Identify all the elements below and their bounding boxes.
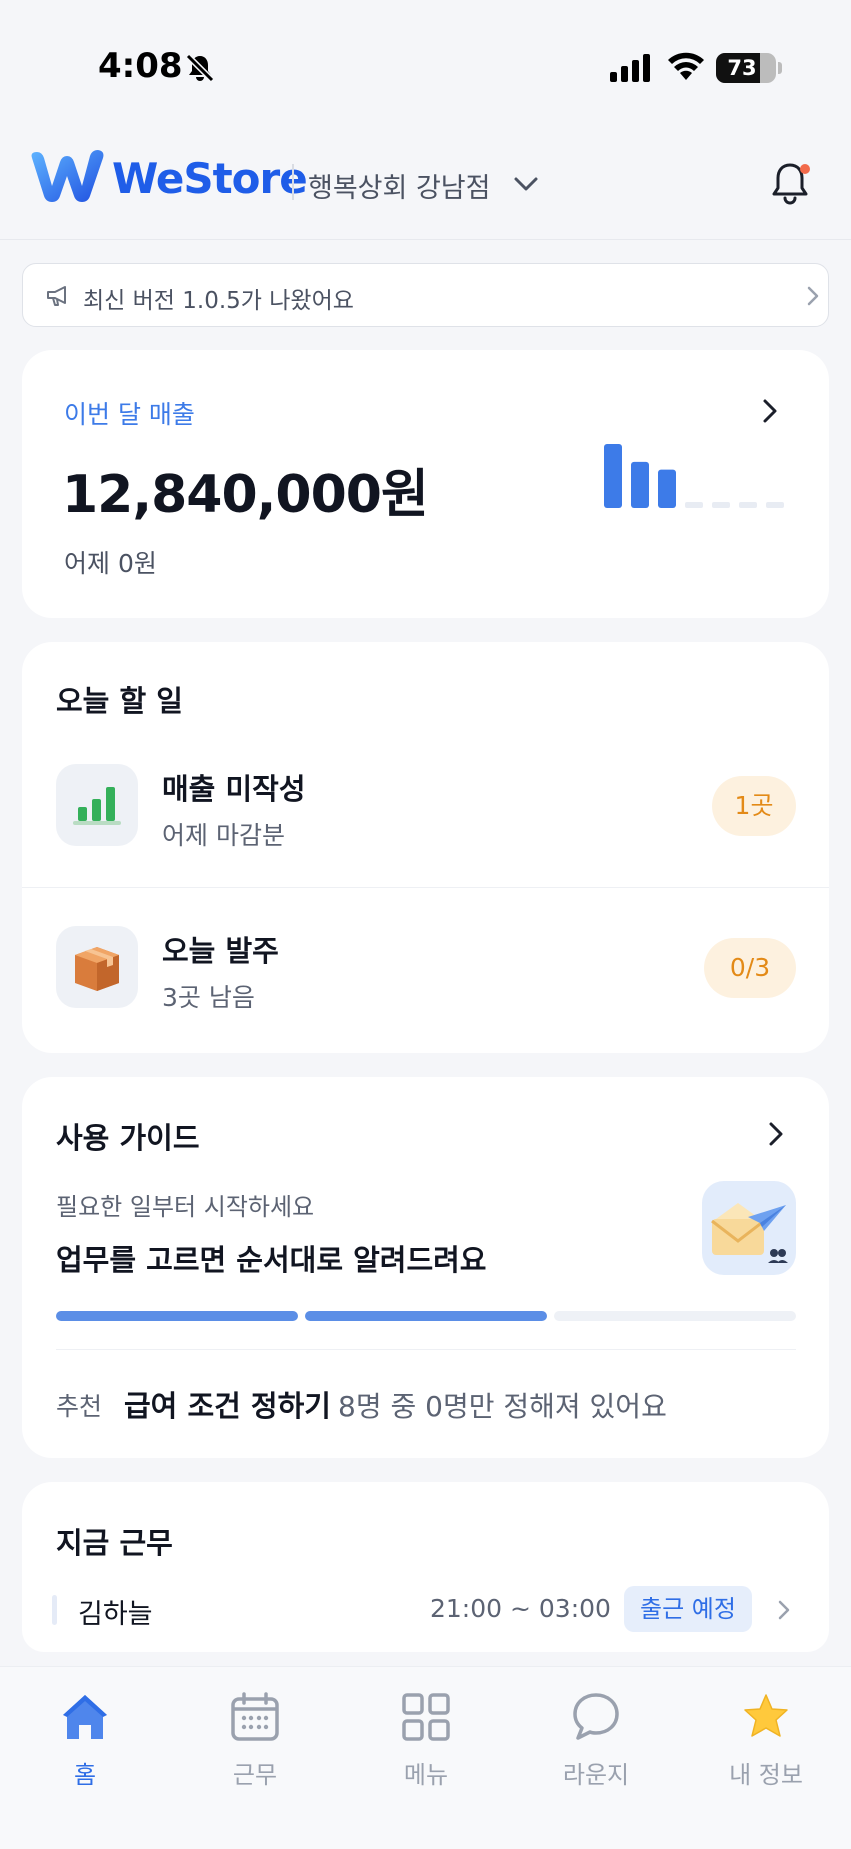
todo-item-badge: 1곳 [712,776,796,836]
tab-label: 홈 [73,1761,97,1789]
guide-progress-step-1 [56,1311,298,1321]
sales-chart-empty-bar [766,502,784,508]
sales-chart-empty-bar [739,502,757,508]
tab-label: 메뉴 [403,1761,449,1789]
cellular-signal-icon [610,54,650,82]
megaphone-icon [47,286,66,306]
tab-label: 근무 [232,1761,278,1789]
status-bar: 4:08 73 [0,0,851,130]
guide-recommend-desc: 8명 중 0명만 정해져 있어요 [338,1390,667,1423]
work-title: 지금 근무 [56,1526,173,1560]
tab-home[interactable]: 홈 [25,1691,145,1801]
usage-guide-card[interactable]: 사용 가이드 필요한 일부터 시작하세요 업무를 고르면 순서대로 알려드려요 … [22,1077,829,1458]
todo-item-name: 오늘 발주 [162,934,279,968]
todo-icon-box [56,764,138,846]
tab-label: 내 정보 [729,1761,803,1789]
sales-label: 이번 달 매출 [64,400,195,429]
work-shift-time: 21:00 ~ 03:00 [430,1594,611,1623]
calendar-icon [231,1692,279,1741]
chevron-down-icon[interactable] [512,174,540,194]
notification-dot [800,164,810,174]
battery-tip [778,62,782,74]
store-selector[interactable]: 행복상회 강남점 [308,166,490,205]
notice-text: 최신 버전 1.0.5가 나왔어요 [83,288,354,314]
sales-chart-bar [631,461,649,508]
guide-subtitle: 필요한 일부터 시작하세요 [56,1193,315,1221]
update-notice-banner[interactable]: 최신 버전 1.0.5가 나왔어요 [22,263,829,327]
todo-item-sub: 3곳 남음 [162,983,255,1012]
monthly-sales-card[interactable]: 이번 달 매출 12,840,000원 어제 0원 [22,350,829,618]
home-icon [63,1695,107,1739]
star-icon [744,1694,788,1737]
bottom-tab-bar: 홈 근무 메뉴 라운지 내 정보 [0,1666,851,1849]
guide-title: 사용 가이드 [56,1121,200,1155]
envelope-paper-plane-icon [711,1203,788,1263]
logo-text: WeStore [112,154,308,203]
chevron-right-icon[interactable] [778,1600,790,1620]
battery-percent: 73 [727,56,757,80]
todo-item-sales-missing[interactable]: 매출 미작성 어제 마감분 1곳 [22,726,829,888]
battery-icon: 73 [716,53,776,83]
todo-item-name: 매출 미작성 [162,772,306,806]
tab-label: 라운지 [562,1761,630,1789]
tab-menu[interactable]: 메뉴 [366,1691,486,1801]
todo-item-today-order[interactable]: 오늘 발주 3곳 남음 0/3 [22,888,829,1050]
wifi-icon [668,52,704,80]
grid-icon [402,1693,450,1741]
bar-chart-icon [73,787,121,825]
sales-chart-bar [604,444,622,508]
todo-item-sub: 어제 마감분 [162,821,285,850]
sales-mini-chart [604,444,784,508]
tab-lounge[interactable]: 라운지 [536,1691,656,1801]
tab-my-info[interactable]: 내 정보 [706,1691,826,1801]
work-employee-name: 김하늘 [78,1599,153,1630]
guide-divider [56,1349,796,1350]
guide-recommend-label: 추천 [56,1392,103,1421]
sales-chart-empty-bar [712,502,730,508]
chevron-right-icon[interactable] [768,1121,784,1147]
work-status-badge: 출근 예정 [624,1586,752,1632]
status-time: 4:08 [98,46,183,86]
todo-card: 오늘 할 일 매출 미작성 어제 마감분 1곳 오늘 발주 3곳 남음 0/3 [22,642,829,1053]
todo-title: 오늘 할 일 [56,684,183,718]
current-work-card: 지금 근무 김하늘 21:00 ~ 03:00 출근 예정 [22,1482,829,1652]
chevron-right-icon [807,286,819,306]
app-header: WeStore 행복상회 강남점 [0,130,851,240]
guide-main-text: 업무를 고르면 순서대로 알려드려요 [56,1243,487,1277]
package-box-icon [75,947,119,991]
westore-logo-icon [31,150,104,202]
todo-icon-box [56,926,138,1008]
bell-slash-icon [185,53,215,83]
guide-progress-step-3 [554,1311,796,1321]
guide-recommend-title[interactable]: 급여 조건 정하기 [124,1383,331,1425]
chevron-right-icon[interactable] [762,398,778,424]
guide-progress-step-2 [305,1311,547,1321]
logo-divider [292,164,294,200]
chat-bubble-icon [573,1693,619,1740]
sales-chart-bar [658,469,676,508]
work-row-indicator [52,1595,57,1625]
guide-illustration [702,1181,796,1275]
sales-yesterday: 어제 0원 [64,549,157,578]
todo-item-badge: 0/3 [704,938,796,998]
tab-work[interactable]: 근무 [195,1691,315,1801]
sales-amount: 12,840,000원 [62,465,429,525]
sales-chart-empty-bar [685,502,703,508]
